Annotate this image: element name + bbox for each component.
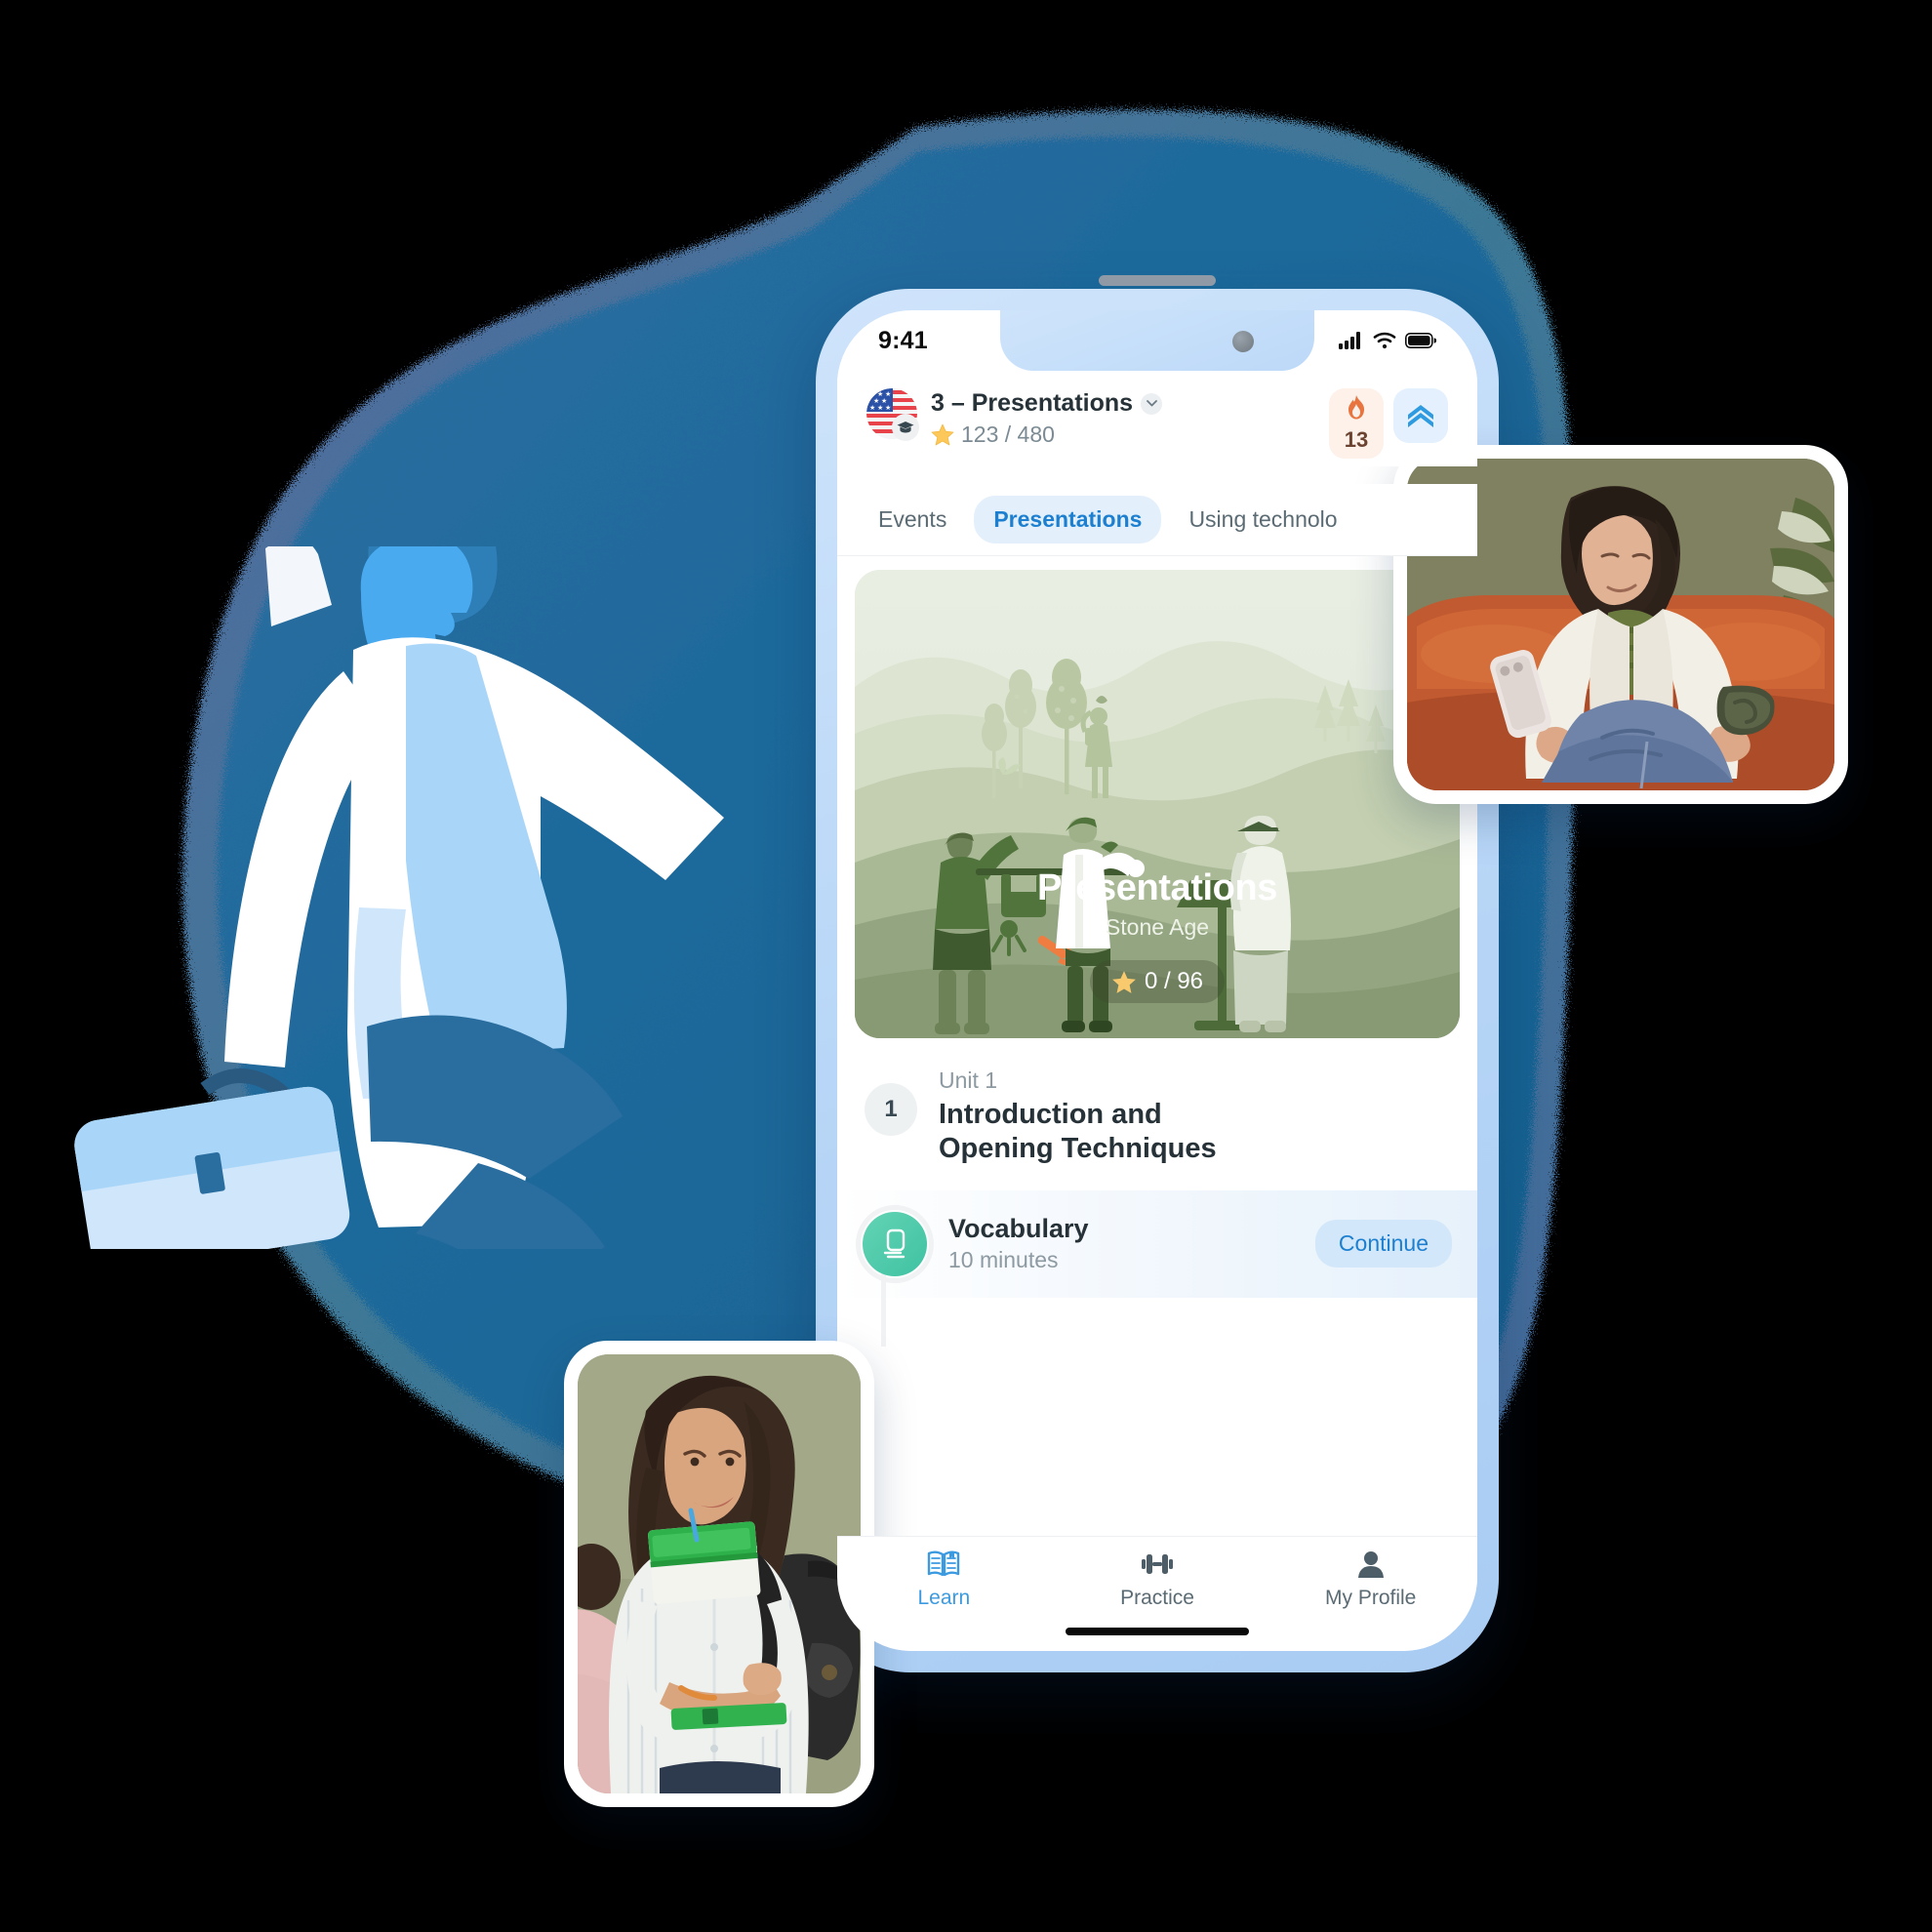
avatar[interactable]: ★ ★ ★ ★ ★ ★ ★ ★ (866, 388, 919, 441)
cap-glyph-icon (897, 422, 914, 433)
unit-label: Unit 1 (939, 1067, 998, 1093)
svg-text:★: ★ (869, 390, 875, 398)
header-actions: 13 (1329, 388, 1448, 459)
graduation-cap-icon (892, 414, 919, 441)
businessman-with-briefcase-icon (74, 546, 724, 1249)
lesson-progress-ring (856, 1204, 934, 1283)
student-with-notebooks-image (578, 1354, 861, 1793)
status-bar: 9:41 (837, 310, 1477, 371)
unit-text-block: Unit 1 Introduction and Opening Techniqu… (939, 1067, 1217, 1167)
tab-presentations[interactable]: Presentations (974, 496, 1162, 543)
svg-text:★: ★ (873, 397, 879, 405)
lesson-title: Vocabulary (948, 1214, 1089, 1244)
lesson-row-vocabulary[interactable]: Vocabulary 10 minutes Continue (837, 1189, 1477, 1347)
hero-subtitle: Stone Age (1105, 914, 1210, 940)
tab-profile-label: My Profile (1325, 1587, 1417, 1609)
phone-mockup: 9:41 ★ ★ ★ ★ ★ ★ ★ ★ 3 – Presentations 1… (816, 275, 1499, 1672)
svg-text:★: ★ (885, 404, 891, 412)
xp-text: 123 / 480 (961, 422, 1055, 447)
tab-learn[interactable]: Learn (837, 1549, 1051, 1610)
star-icon (1112, 970, 1136, 993)
bottom-tab-bar[interactable]: Learn Practice My Profile (837, 1536, 1477, 1651)
photo-card-student (564, 1341, 874, 1807)
status-time: 9:41 (878, 326, 928, 354)
svg-text:★: ★ (881, 397, 887, 405)
main-content: Presentations Stone Age 0 / 96 1 Unit 1 … (837, 556, 1477, 1536)
course-hero-card[interactable]: Presentations Stone Age 0 / 96 (855, 570, 1460, 1038)
lesson-text-block: Vocabulary 10 minutes (948, 1214, 1294, 1273)
lesson-duration: 10 minutes (948, 1247, 1059, 1273)
home-indicator[interactable] (1066, 1628, 1249, 1635)
unit-header: 1 Unit 1 Introduction and Opening Techni… (837, 1038, 1477, 1190)
lesson-icon-wrap (856, 1204, 934, 1283)
hero-progress-badge: 0 / 96 (1089, 960, 1226, 1003)
phone-screen: 9:41 ★ ★ ★ ★ ★ ★ ★ ★ 3 – Presentations 1… (837, 310, 1477, 1651)
app-header: ★ ★ ★ ★ ★ ★ ★ ★ 3 – Presentations 123 / … (837, 371, 1477, 466)
unit-number-circle: 1 (865, 1083, 917, 1136)
svg-text:★: ★ (869, 404, 875, 412)
tab-using-technology[interactable]: Using technolo (1169, 496, 1356, 543)
chevron-down-icon[interactable] (1141, 392, 1163, 415)
streak-badge[interactable]: 13 (1329, 388, 1384, 459)
course-selector[interactable]: 3 – Presentations (931, 389, 1315, 418)
xp-progress: 123 / 480 (931, 422, 1315, 448)
hero-progress-text: 0 / 96 (1144, 968, 1204, 994)
tab-events[interactable]: Events (859, 496, 966, 543)
star-icon (931, 423, 954, 446)
chevron-glyph-icon (1146, 400, 1157, 407)
course-info: 3 – Presentations 123 / 480 (931, 388, 1315, 448)
streak-count: 13 (1344, 427, 1369, 452)
course-title: 3 – Presentations (931, 389, 1134, 417)
cellular-signal-icon (1339, 332, 1360, 349)
tab-my-profile[interactable]: My Profile (1264, 1549, 1477, 1610)
level-badge[interactable] (1393, 388, 1448, 443)
continue-button[interactable]: Continue (1314, 1220, 1452, 1268)
unit-number: 1 (884, 1096, 898, 1122)
person-icon (1357, 1551, 1384, 1578)
tab-practice-label: Practice (1120, 1587, 1194, 1609)
double-chevron-up-icon (1408, 405, 1433, 427)
flame-icon (1348, 395, 1364, 420)
tab-learn-label: Learn (917, 1587, 971, 1609)
hero-text-block: Presentations Stone Age 0 / 96 (855, 867, 1460, 1003)
svg-text:★: ★ (877, 404, 883, 412)
phone-speaker (1099, 275, 1216, 286)
wifi-icon (1373, 332, 1396, 349)
composition-stage: 9:41 ★ ★ ★ ★ ★ ★ ★ ★ 3 – Presentations 1… (0, 0, 1932, 1932)
category-tabs[interactable]: Events Presentations Using technolo (837, 484, 1477, 556)
status-icons (1339, 332, 1436, 349)
svg-text:★: ★ (885, 390, 891, 398)
svg-text:★: ★ (877, 390, 883, 398)
open-book-icon (928, 1550, 960, 1577)
photo-student-with-notebooks (578, 1354, 861, 1793)
unit-title: Introduction and Opening Techniques (939, 1099, 1217, 1165)
tab-practice[interactable]: Practice (1051, 1549, 1265, 1610)
hero-title: Presentations (1036, 867, 1278, 908)
dumbbell-icon (1142, 1554, 1173, 1574)
battery-icon (1405, 333, 1436, 348)
